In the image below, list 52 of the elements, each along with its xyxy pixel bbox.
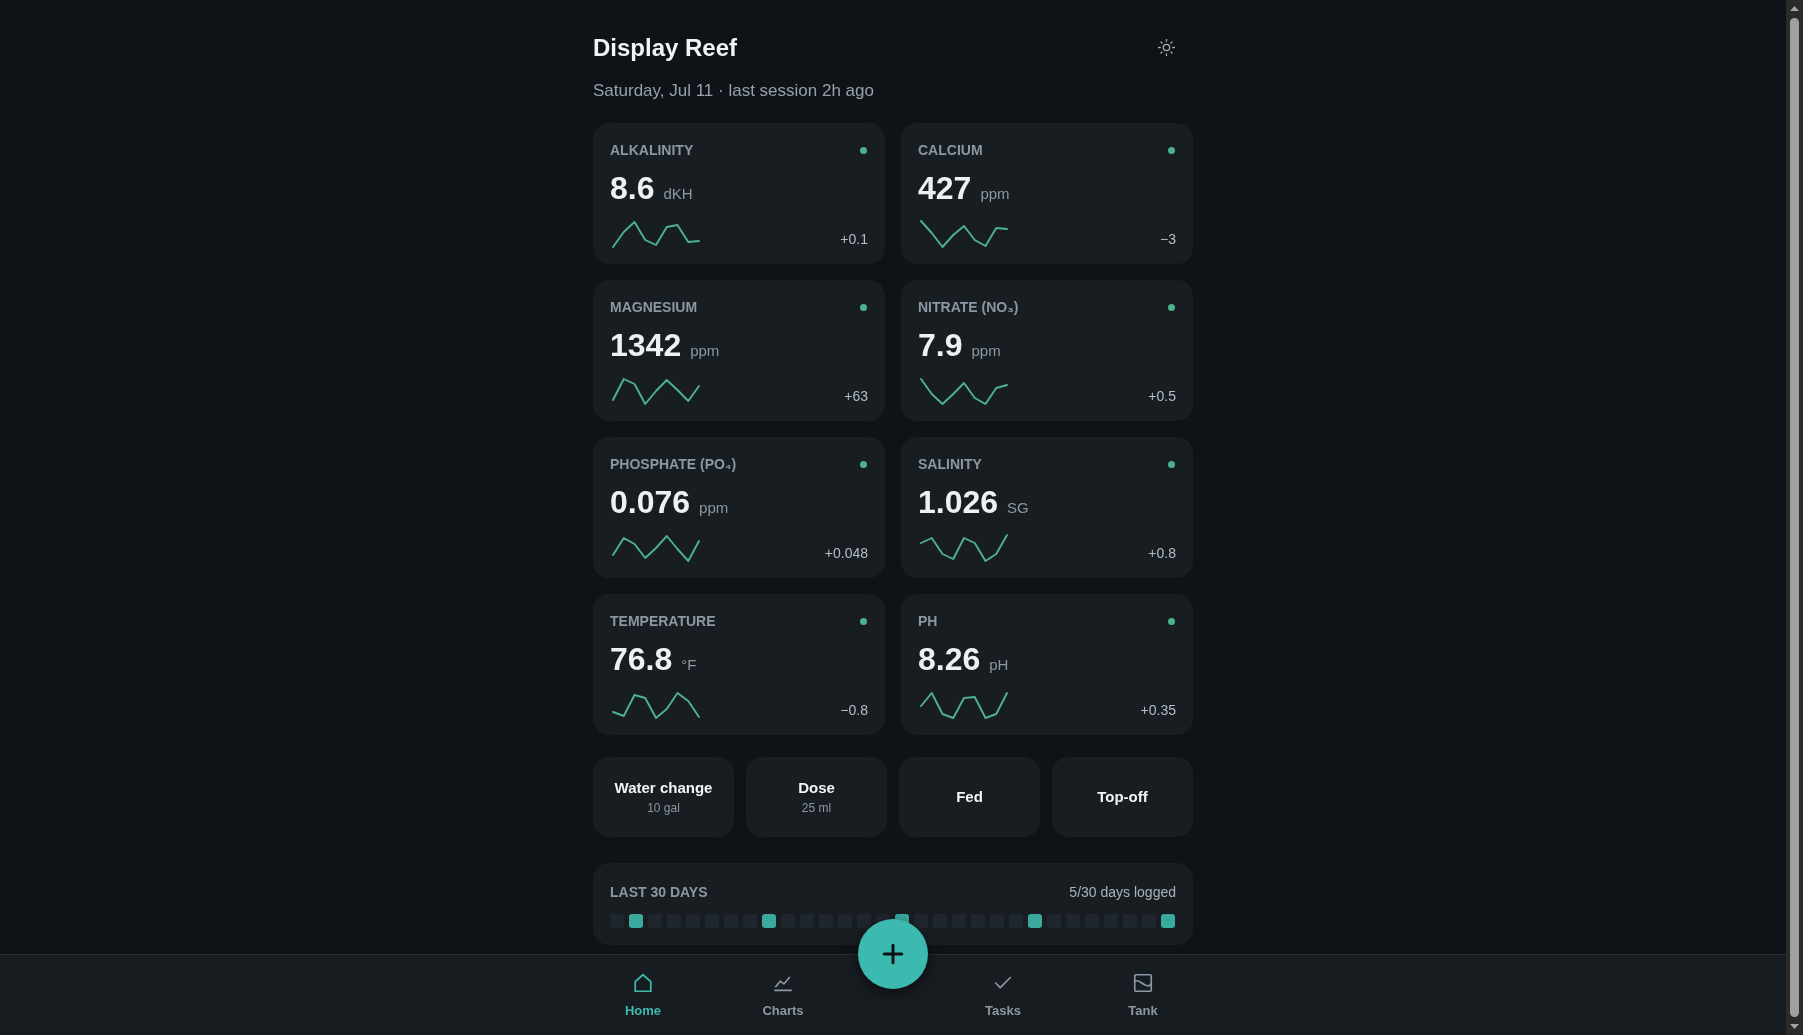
nav-tab[interactable]: Tank [1120, 970, 1166, 1021]
metric-label: MAGNESIUM [610, 298, 698, 317]
metric-delta: −3 [1160, 230, 1176, 248]
metric-delta: +0.8 [1148, 544, 1176, 562]
metric-unit: SG [1007, 498, 1029, 518]
home-icon [632, 972, 654, 994]
action-button[interactable]: Fed [899, 757, 1040, 837]
page-subtitle: Saturday, Jul 11 · last session 2h ago [593, 80, 875, 102]
metric-unit: ppm [699, 498, 729, 518]
action-button[interactable]: Water change 10 gal [593, 757, 734, 837]
nav-tab[interactable]: Charts [754, 970, 812, 1021]
metric-delta: +0.048 [824, 544, 868, 562]
metric-value: 76.8 [610, 641, 673, 677]
metric-label: PH [918, 612, 938, 631]
page-title: Display Reef [593, 33, 738, 63]
metric-label: NITRATE (NO₃) [918, 298, 1019, 317]
metric-label: TEMPERATURE [610, 612, 716, 631]
action-button[interactable]: Top-off [1052, 757, 1193, 837]
metric-value: 427 [918, 170, 972, 206]
metric-unit: pH [989, 655, 1009, 675]
metric-value: 7.9 [918, 327, 963, 363]
logged-summary: 5/30 days logged [1069, 883, 1176, 902]
metric-delta: +63 [844, 387, 868, 405]
scroll-down-icon[interactable] [1790, 1024, 1799, 1029]
nav-tab[interactable]: Tasks [977, 970, 1029, 1021]
nav-tab[interactable]: Home [616, 970, 670, 1021]
metric-delta: −0.8 [840, 701, 868, 719]
metric-value: 1.026 [918, 484, 999, 520]
scrollbar[interactable] [1786, 0, 1803, 1035]
metric-unit: ppm [971, 341, 1001, 361]
metric-value: 8.26 [918, 641, 981, 677]
tank-icon [1132, 972, 1154, 994]
metric-label: SALINITY [918, 455, 982, 474]
metric-delta: +0.35 [1140, 701, 1176, 719]
scrollbar-thumb[interactable] [1790, 18, 1799, 1017]
metric-value: 0.076 [610, 484, 691, 520]
action-button[interactable]: Dose 25 ml [746, 757, 887, 837]
metric-label: ALKALINITY [610, 141, 694, 160]
metric-unit: dKH [663, 184, 693, 204]
metric-unit: ppm [690, 341, 720, 361]
metric-label: PHOSPHATE (PO₄) [610, 455, 737, 474]
metric-label: CALCIUM [918, 141, 983, 160]
metric-unit: °F [681, 655, 697, 675]
metric-delta: +0.1 [840, 230, 868, 248]
metric-unit: ppm [980, 184, 1010, 204]
metric-delta: +0.5 [1148, 387, 1176, 405]
add-button[interactable] [858, 919, 928, 989]
metric-value: 1342 [610, 327, 682, 363]
sun-icon [1156, 37, 1176, 57]
section-title: LAST 30 DAYS [610, 883, 708, 902]
scroll-up-icon[interactable] [1790, 6, 1799, 11]
metric-value: 8.6 [610, 170, 655, 206]
